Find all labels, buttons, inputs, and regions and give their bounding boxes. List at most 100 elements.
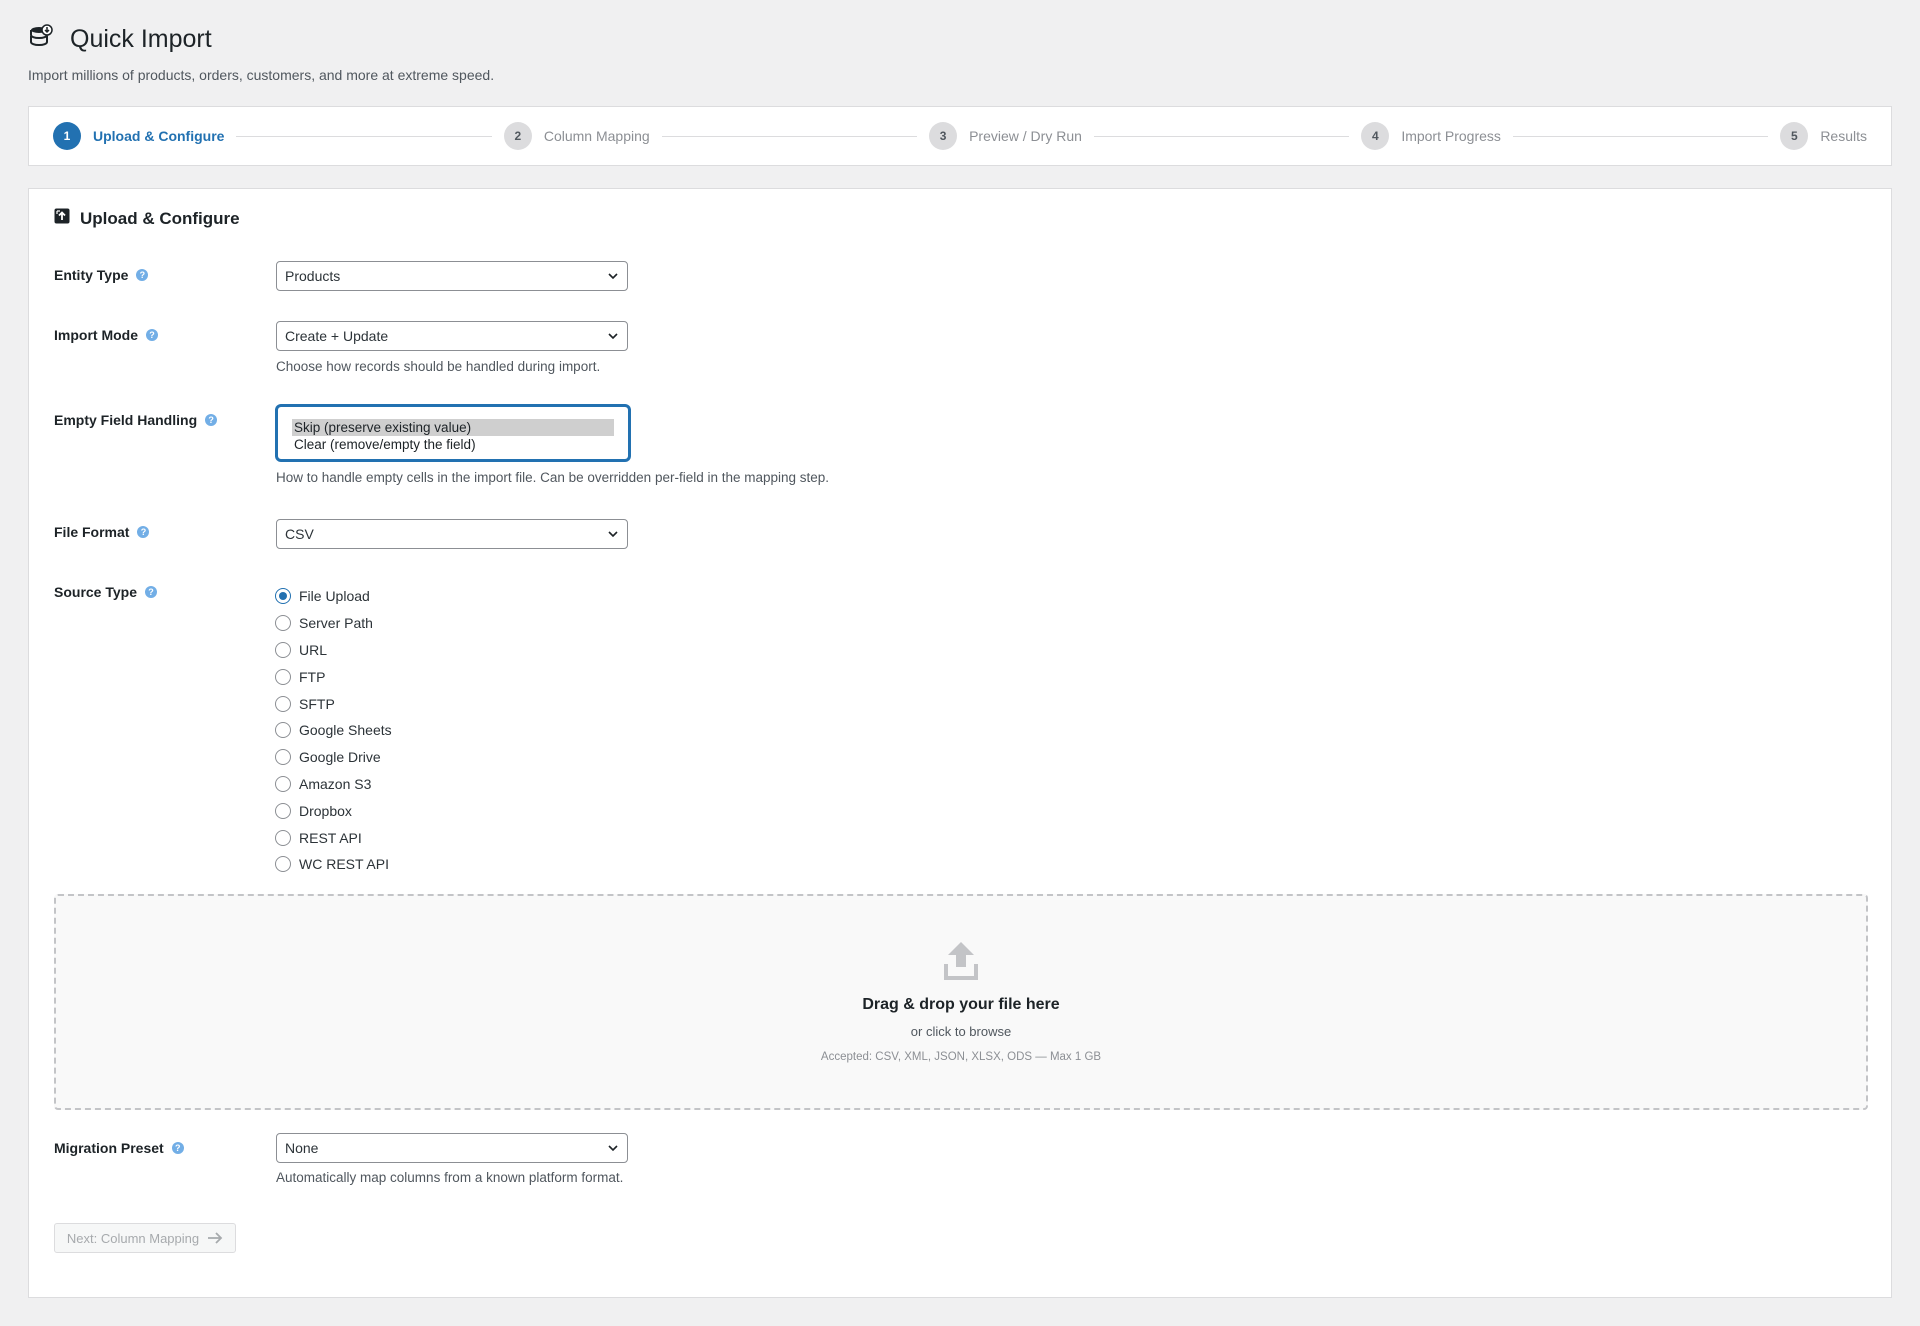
- card-title: Upload & Configure: [54, 208, 240, 229]
- source-option-server-path[interactable]: Server Path: [275, 610, 392, 637]
- step-label: Results: [1820, 128, 1867, 144]
- migration-preset-description: Automatically map columns from a known p…: [276, 1170, 624, 1185]
- source-option-dropbox[interactable]: Dropbox: [275, 797, 392, 824]
- step-upload-configure[interactable]: 1 Upload & Configure: [53, 122, 224, 150]
- dropzone-subtitle: or click to browse: [910, 1024, 1012, 1039]
- step-connector: [236, 135, 492, 137]
- help-icon[interactable]: ?: [136, 269, 149, 281]
- file-format-label-text: File Format: [54, 524, 130, 540]
- arrow-right-icon: [208, 1232, 223, 1244]
- radio-button[interactable]: [275, 829, 291, 846]
- radio-label: URL: [299, 641, 328, 658]
- step-number: 4: [1361, 122, 1390, 150]
- step-number: 1: [53, 122, 81, 150]
- empty-field-label-text: Empty Field Handling: [54, 412, 198, 428]
- source-type-label-text: Source Type: [54, 584, 137, 600]
- page-title: Quick Import: [70, 25, 212, 53]
- radio-button[interactable]: [275, 615, 291, 632]
- page-description: Import millions of products, orders, cus…: [28, 67, 495, 83]
- step-label: Upload & Configure: [93, 128, 225, 144]
- migration-preset-label: Migration Preset ?: [54, 1140, 184, 1156]
- import-stepper: 1 Upload & Configure 2 Column Mapping 3 …: [28, 106, 1892, 166]
- step-connector: [661, 135, 918, 137]
- help-icon[interactable]: ?: [137, 526, 150, 538]
- source-option-ftp[interactable]: FTP: [275, 663, 392, 690]
- file-format-select[interactable]: CSV: [276, 519, 628, 549]
- migration-preset-label-text: Migration Preset: [54, 1140, 164, 1156]
- radio-label: File Upload: [299, 588, 370, 605]
- file-format-value: CSV: [285, 526, 314, 542]
- step-label: Import Progress: [1401, 128, 1501, 144]
- migration-preset-value: None: [285, 1140, 319, 1156]
- radio-label: REST API: [299, 829, 362, 846]
- radio-button[interactable]: [275, 775, 291, 792]
- import-mode-description: Choose how records should be handled dur…: [276, 359, 601, 374]
- step-number: 3: [929, 122, 958, 150]
- help-icon[interactable]: ?: [171, 1142, 184, 1154]
- radio-button[interactable]: [275, 802, 291, 819]
- migration-preset-select[interactable]: None: [276, 1133, 628, 1163]
- entity-type-label: Entity Type ?: [54, 267, 149, 283]
- step-column-mapping[interactable]: 2 Column Mapping: [503, 122, 650, 150]
- source-option-url[interactable]: URL: [275, 637, 392, 664]
- radio-button[interactable]: [275, 668, 291, 685]
- step-import-progress[interactable]: 4 Import Progress: [1361, 122, 1501, 150]
- next-button-label: Next: Column Mapping: [66, 1230, 200, 1246]
- import-mode-value: Create + Update: [285, 328, 389, 344]
- source-option-amazon-s3[interactable]: Amazon S3: [275, 771, 392, 798]
- upload-arrow-icon: [944, 940, 978, 985]
- upload-box-icon: [54, 208, 70, 229]
- page: Quick Import Import millions of products…: [0, 0, 1920, 1326]
- step-preview-dry-run[interactable]: 3 Preview / Dry Run: [929, 122, 1082, 150]
- source-type-radio-group: File Upload Server Path URL FTP SFTP Goo…: [275, 583, 392, 878]
- help-icon[interactable]: ?: [146, 329, 158, 341]
- upload-configure-card: Upload & Configure Entity Type ? Product…: [28, 188, 1892, 1298]
- import-mode-select[interactable]: Create + Update: [276, 321, 628, 351]
- source-option-sftp[interactable]: SFTP: [275, 690, 392, 717]
- step-label: Preview / Dry Run: [969, 128, 1082, 144]
- radio-button[interactable]: [275, 641, 291, 658]
- radio-button[interactable]: [275, 588, 291, 605]
- step-number: 5: [1780, 122, 1809, 150]
- radio-label: FTP: [299, 668, 326, 685]
- import-mode-label-text: Import Mode: [54, 327, 138, 343]
- radio-label: Google Drive: [299, 749, 381, 766]
- empty-field-option-skip[interactable]: Skip (preserve existing value): [292, 419, 614, 436]
- source-option-wc-rest-api[interactable]: WC REST API: [275, 851, 392, 878]
- database-import-icon: [28, 24, 54, 55]
- source-option-google-drive[interactable]: Google Drive: [275, 744, 392, 771]
- empty-field-listbox[interactable]: Skip (preserve existing value) Clear (re…: [276, 405, 630, 461]
- radio-button[interactable]: [275, 749, 291, 766]
- chevron-down-icon: [608, 333, 618, 340]
- radio-label: Dropbox: [299, 802, 352, 819]
- next-column-mapping-button[interactable]: Next: Column Mapping: [54, 1223, 236, 1253]
- source-option-google-sheets[interactable]: Google Sheets: [275, 717, 392, 744]
- step-results[interactable]: 5 Results: [1780, 122, 1867, 150]
- radio-button[interactable]: [275, 722, 291, 739]
- entity-type-value: Products: [285, 268, 341, 284]
- file-format-label: File Format ?: [54, 524, 150, 540]
- entity-type-select[interactable]: Products: [276, 261, 628, 291]
- empty-field-label: Empty Field Handling ?: [54, 412, 218, 428]
- step-number: 2: [503, 122, 532, 150]
- source-option-file-upload[interactable]: File Upload: [275, 583, 392, 610]
- card-title-text: Upload & Configure: [80, 208, 240, 228]
- source-option-rest-api[interactable]: REST API: [275, 824, 392, 851]
- radio-button[interactable]: [275, 856, 291, 873]
- entity-type-label-text: Entity Type: [54, 267, 129, 283]
- import-mode-label: Import Mode ?: [54, 327, 158, 343]
- file-dropzone[interactable]: Drag & drop your file here or click to b…: [54, 894, 1868, 1110]
- radio-label: Google Sheets: [299, 722, 392, 739]
- help-icon[interactable]: ?: [145, 586, 157, 598]
- empty-field-description: How to handle empty cells in the import …: [276, 470, 830, 485]
- chevron-down-icon: [608, 531, 618, 538]
- help-icon[interactable]: ?: [205, 414, 218, 426]
- radio-button[interactable]: [275, 695, 291, 712]
- radio-label: SFTP: [299, 695, 335, 712]
- dropzone-title: Drag & drop your file here: [862, 996, 1060, 1013]
- chevron-down-icon: [608, 1145, 618, 1152]
- empty-field-option-clear[interactable]: Clear (remove/empty the field): [292, 436, 614, 453]
- step-label: Column Mapping: [543, 128, 650, 144]
- step-connector: [1512, 135, 1769, 137]
- dropzone-accepted-formats: Accepted: CSV, XML, JSON, XLSX, ODS — Ma…: [820, 1051, 1102, 1063]
